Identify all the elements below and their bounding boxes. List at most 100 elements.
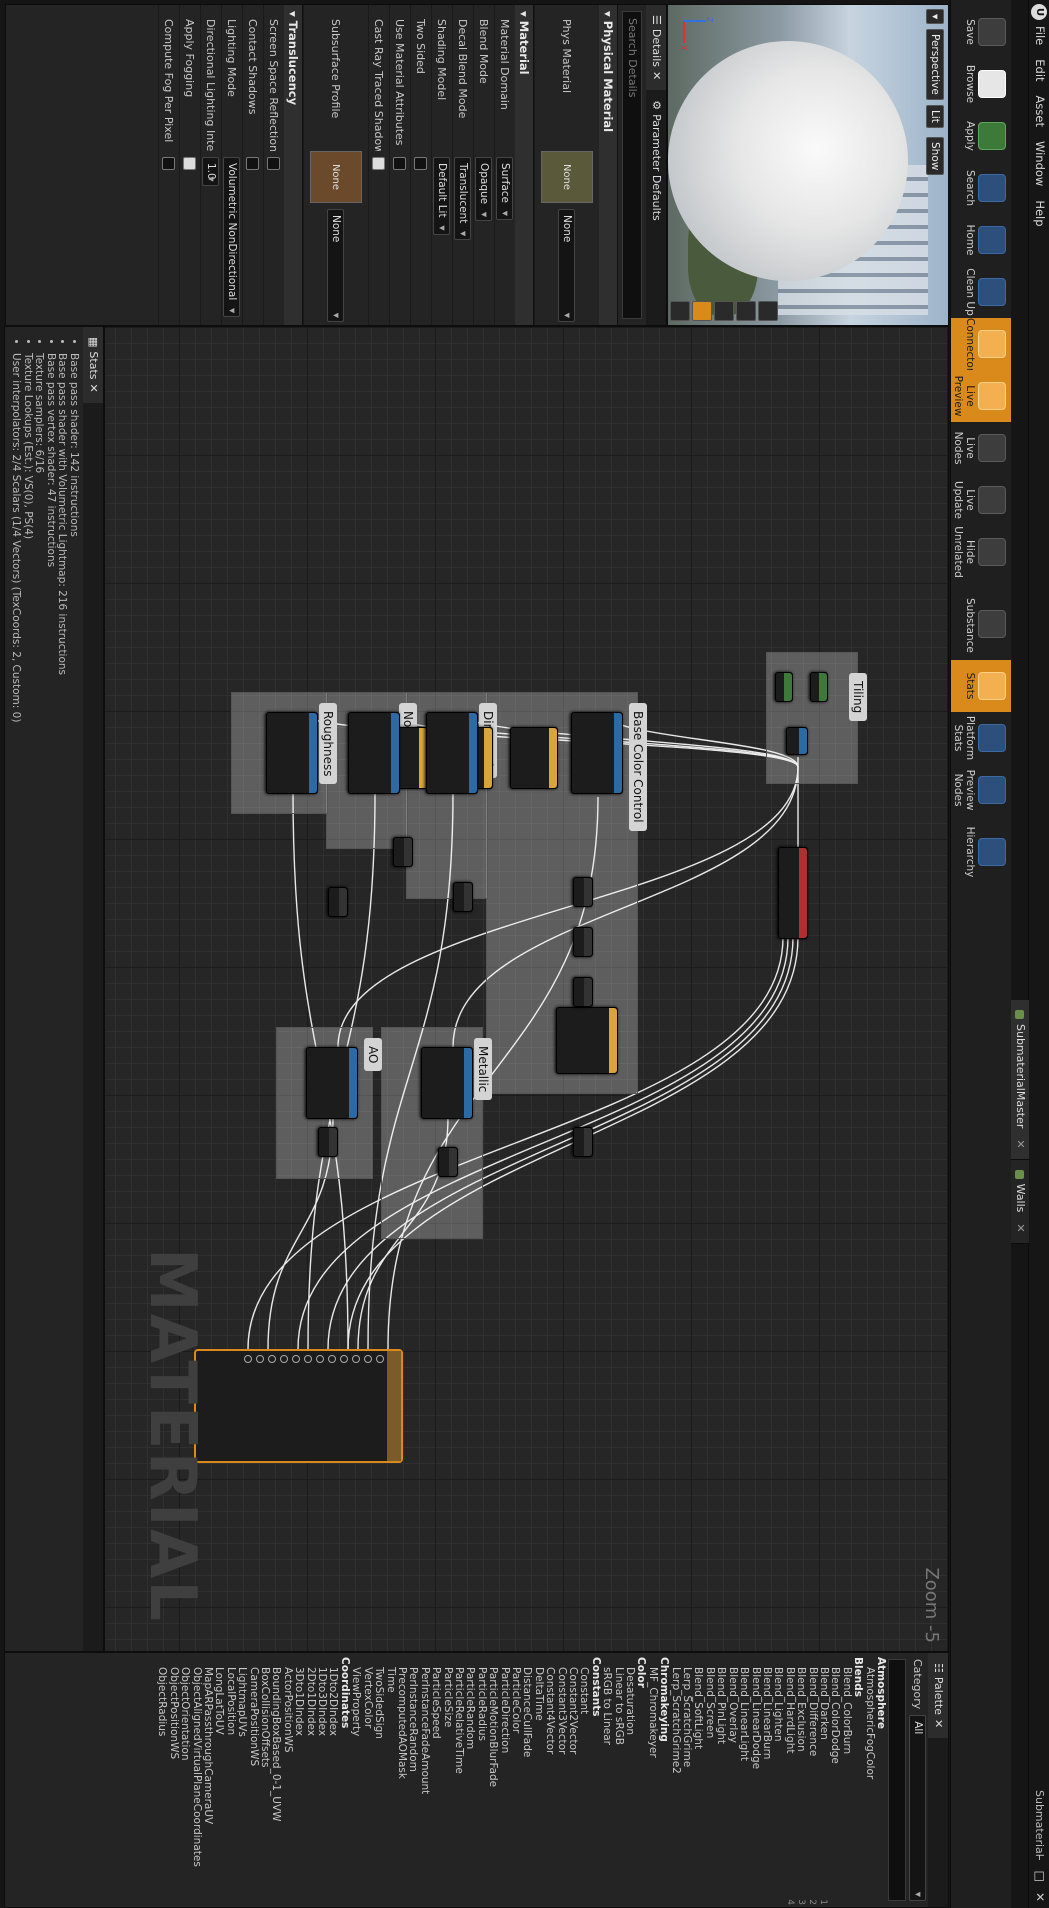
live-update-button[interactable]: Live Update	[951, 474, 1011, 526]
menu-file[interactable]: File	[1033, 26, 1047, 45]
show-button[interactable]: Show	[926, 137, 944, 176]
details-search-input[interactable]: Search Details	[622, 11, 642, 319]
palette-item[interactable]: ParticleMotionBlurFade	[487, 1653, 499, 1907]
palette-item[interactable]: ParticleColor	[510, 1653, 522, 1907]
home-button[interactable]: Home	[951, 214, 1011, 266]
live-preview-button[interactable]: Live Preview	[951, 370, 1011, 422]
menu-edit[interactable]: Edit	[1033, 59, 1047, 81]
palette-item[interactable]: 2Dto1DIndex	[304, 1653, 317, 1907]
pin-specular[interactable]	[351, 1351, 363, 1461]
base-color-texture-node[interactable]	[571, 712, 623, 794]
close-icon[interactable]: ✕	[1011, 1223, 1029, 1232]
section-translucency[interactable]: ▾ Translucency	[284, 5, 303, 325]
palette-item[interactable]: Lerp_ScratchGrime	[681, 1653, 693, 1907]
palette-item[interactable]: MF_Chromakeyer	[646, 1653, 659, 1907]
palette-item[interactable]: ParticleRelativeTime	[453, 1653, 465, 1907]
palette-item[interactable]: ObjectAlignedVirtualPlaneCoordinates	[190, 1653, 203, 1907]
perspective-button[interactable]: Perspective	[926, 29, 944, 100]
palette-group-header[interactable]: Chromakeying	[658, 1653, 670, 1907]
pin-base-color[interactable]	[375, 1351, 387, 1461]
add-node[interactable]	[453, 882, 473, 912]
category-dropdown[interactable]: All	[909, 1715, 927, 1901]
palette-item[interactable]: Blend_Darken	[818, 1653, 830, 1907]
pin-refraction[interactable]	[255, 1351, 267, 1461]
translucency-checkbox[interactable]	[162, 157, 176, 170]
palette-item[interactable]: ParticleRandom	[464, 1653, 476, 1907]
ao-texture-node[interactable]	[306, 1047, 358, 1119]
lerp-node[interactable]	[573, 977, 593, 1007]
preview-cylinder-shape-icon[interactable]	[692, 301, 712, 321]
palette-item[interactable]: Blend_Difference	[806, 1653, 819, 1907]
lit-button[interactable]: Lit	[926, 105, 944, 128]
stats-button[interactable]: Stats	[951, 660, 1011, 712]
palette-item[interactable]: AtmosphericFogColor	[863, 1653, 876, 1907]
preview-viewport[interactable]: ▾ Perspective Lit Show X Z	[667, 4, 949, 326]
palette-item[interactable]: Constant2Vector	[567, 1653, 579, 1907]
connectors-button[interactable]: Connectors	[951, 318, 1011, 378]
lerp-node[interactable]	[573, 927, 593, 957]
palette-item[interactable]: LongLatToUV	[213, 1653, 225, 1907]
menu-asset[interactable]: Asset	[1033, 96, 1047, 127]
multiply-node[interactable]	[438, 1147, 458, 1177]
palette-item[interactable]: Blend_Exclusion	[795, 1653, 807, 1907]
palette-item[interactable]: PerInstanceRandom	[407, 1653, 419, 1907]
hierarchy-button[interactable]: Hierarchy	[951, 826, 1011, 878]
palette-item[interactable]: ViewProperty	[350, 1653, 362, 1907]
palette-item[interactable]: Blend_HardLight	[783, 1653, 796, 1907]
tint-param-node[interactable]	[556, 1007, 618, 1074]
palette-item[interactable]: 1Dto3DIndex	[316, 1653, 328, 1907]
palette-group-header[interactable]: Constants	[589, 1653, 602, 1907]
close-icon[interactable]: ✕	[1011, 1139, 1029, 1148]
roughness-texture-node[interactable]	[266, 712, 318, 794]
pin-metallic[interactable]	[363, 1351, 375, 1461]
palette-group-header[interactable]: Blends	[852, 1653, 864, 1907]
translucency-dropdown[interactable]: Volumetric NonDirectional	[223, 157, 241, 318]
search-button[interactable]: Search	[951, 162, 1011, 214]
preview-nodes-button[interactable]: Preview Nodes	[951, 764, 1011, 816]
translucency-number-field[interactable]: 1.0	[202, 157, 220, 186]
maximize-icon[interactable]: □	[1033, 1871, 1047, 1882]
substance-button[interactable]: Substance	[951, 598, 1011, 653]
material-output-node[interactable]	[194, 1349, 403, 1463]
platform-stats-button[interactable]: Platform Stats	[951, 712, 1011, 764]
multiply-node[interactable]	[573, 1127, 593, 1157]
menu-help[interactable]: Help	[1033, 200, 1047, 226]
pin-roughness[interactable]	[339, 1351, 351, 1461]
material-checkbox[interactable]	[414, 157, 428, 170]
pin-opacity[interactable]	[315, 1351, 327, 1461]
menu-window[interactable]: Window	[1033, 141, 1047, 186]
clean-up-button[interactable]: Clean Up	[951, 266, 1011, 318]
palette-item[interactable]: LocalPosition	[224, 1653, 237, 1907]
close-icon[interactable]: ✕	[1033, 1892, 1047, 1902]
normal-texture-node[interactable]	[348, 712, 400, 794]
palette-item[interactable]: TwoSidedSign	[373, 1653, 385, 1907]
palette-item[interactable]: Blend_LinearDodge	[749, 1653, 762, 1907]
palette-item[interactable]: CameraPositionWS	[247, 1653, 260, 1907]
palette-item[interactable]: Blend_LinearBurn	[761, 1653, 773, 1907]
preview-mesh-icon[interactable]	[758, 301, 778, 321]
hide-unrelated-button[interactable]: Hide Unrelated	[951, 526, 1011, 578]
palette-group-header[interactable]: Atmosphere	[875, 1653, 887, 1907]
palette-search-input[interactable]	[888, 1659, 906, 1901]
live-nodes-button[interactable]: Live Nodes	[951, 422, 1011, 474]
palette-item[interactable]: ObjectPositionWS	[167, 1653, 180, 1907]
add-node[interactable]	[328, 887, 348, 917]
palette-item[interactable]: Blend_LinearLight	[738, 1653, 750, 1907]
palette-item[interactable]: ParticleSpeed	[430, 1653, 442, 1907]
palette-group-header[interactable]: Coordinates	[339, 1653, 351, 1907]
save-button[interactable]: Save	[951, 6, 1011, 58]
material-dropdown[interactable]: Surface	[496, 157, 514, 221]
material-graph-canvas[interactable]: Tiling Base Color Control Dirt_Mask Norm…	[104, 326, 949, 1652]
translucency-checkbox[interactable]	[183, 157, 197, 170]
palette-item[interactable]: Blend_ColorDodge	[829, 1653, 841, 1907]
dirt-mask-texture-node[interactable]	[426, 712, 478, 794]
viewport-menu-button[interactable]: ▾	[926, 9, 944, 25]
minimize-icon[interactable]: –	[1033, 1855, 1047, 1861]
close-icon[interactable]: ✕	[83, 384, 103, 393]
subsurface-profile-dropdown[interactable]: None	[327, 209, 345, 322]
metallic-texture-node[interactable]	[421, 1047, 473, 1119]
browse-button[interactable]: Browse	[951, 58, 1011, 110]
multiply-node[interactable]	[318, 1127, 338, 1157]
material-checkbox[interactable]	[372, 157, 386, 170]
tab-stats[interactable]: ▦ Stats ✕	[83, 327, 103, 403]
